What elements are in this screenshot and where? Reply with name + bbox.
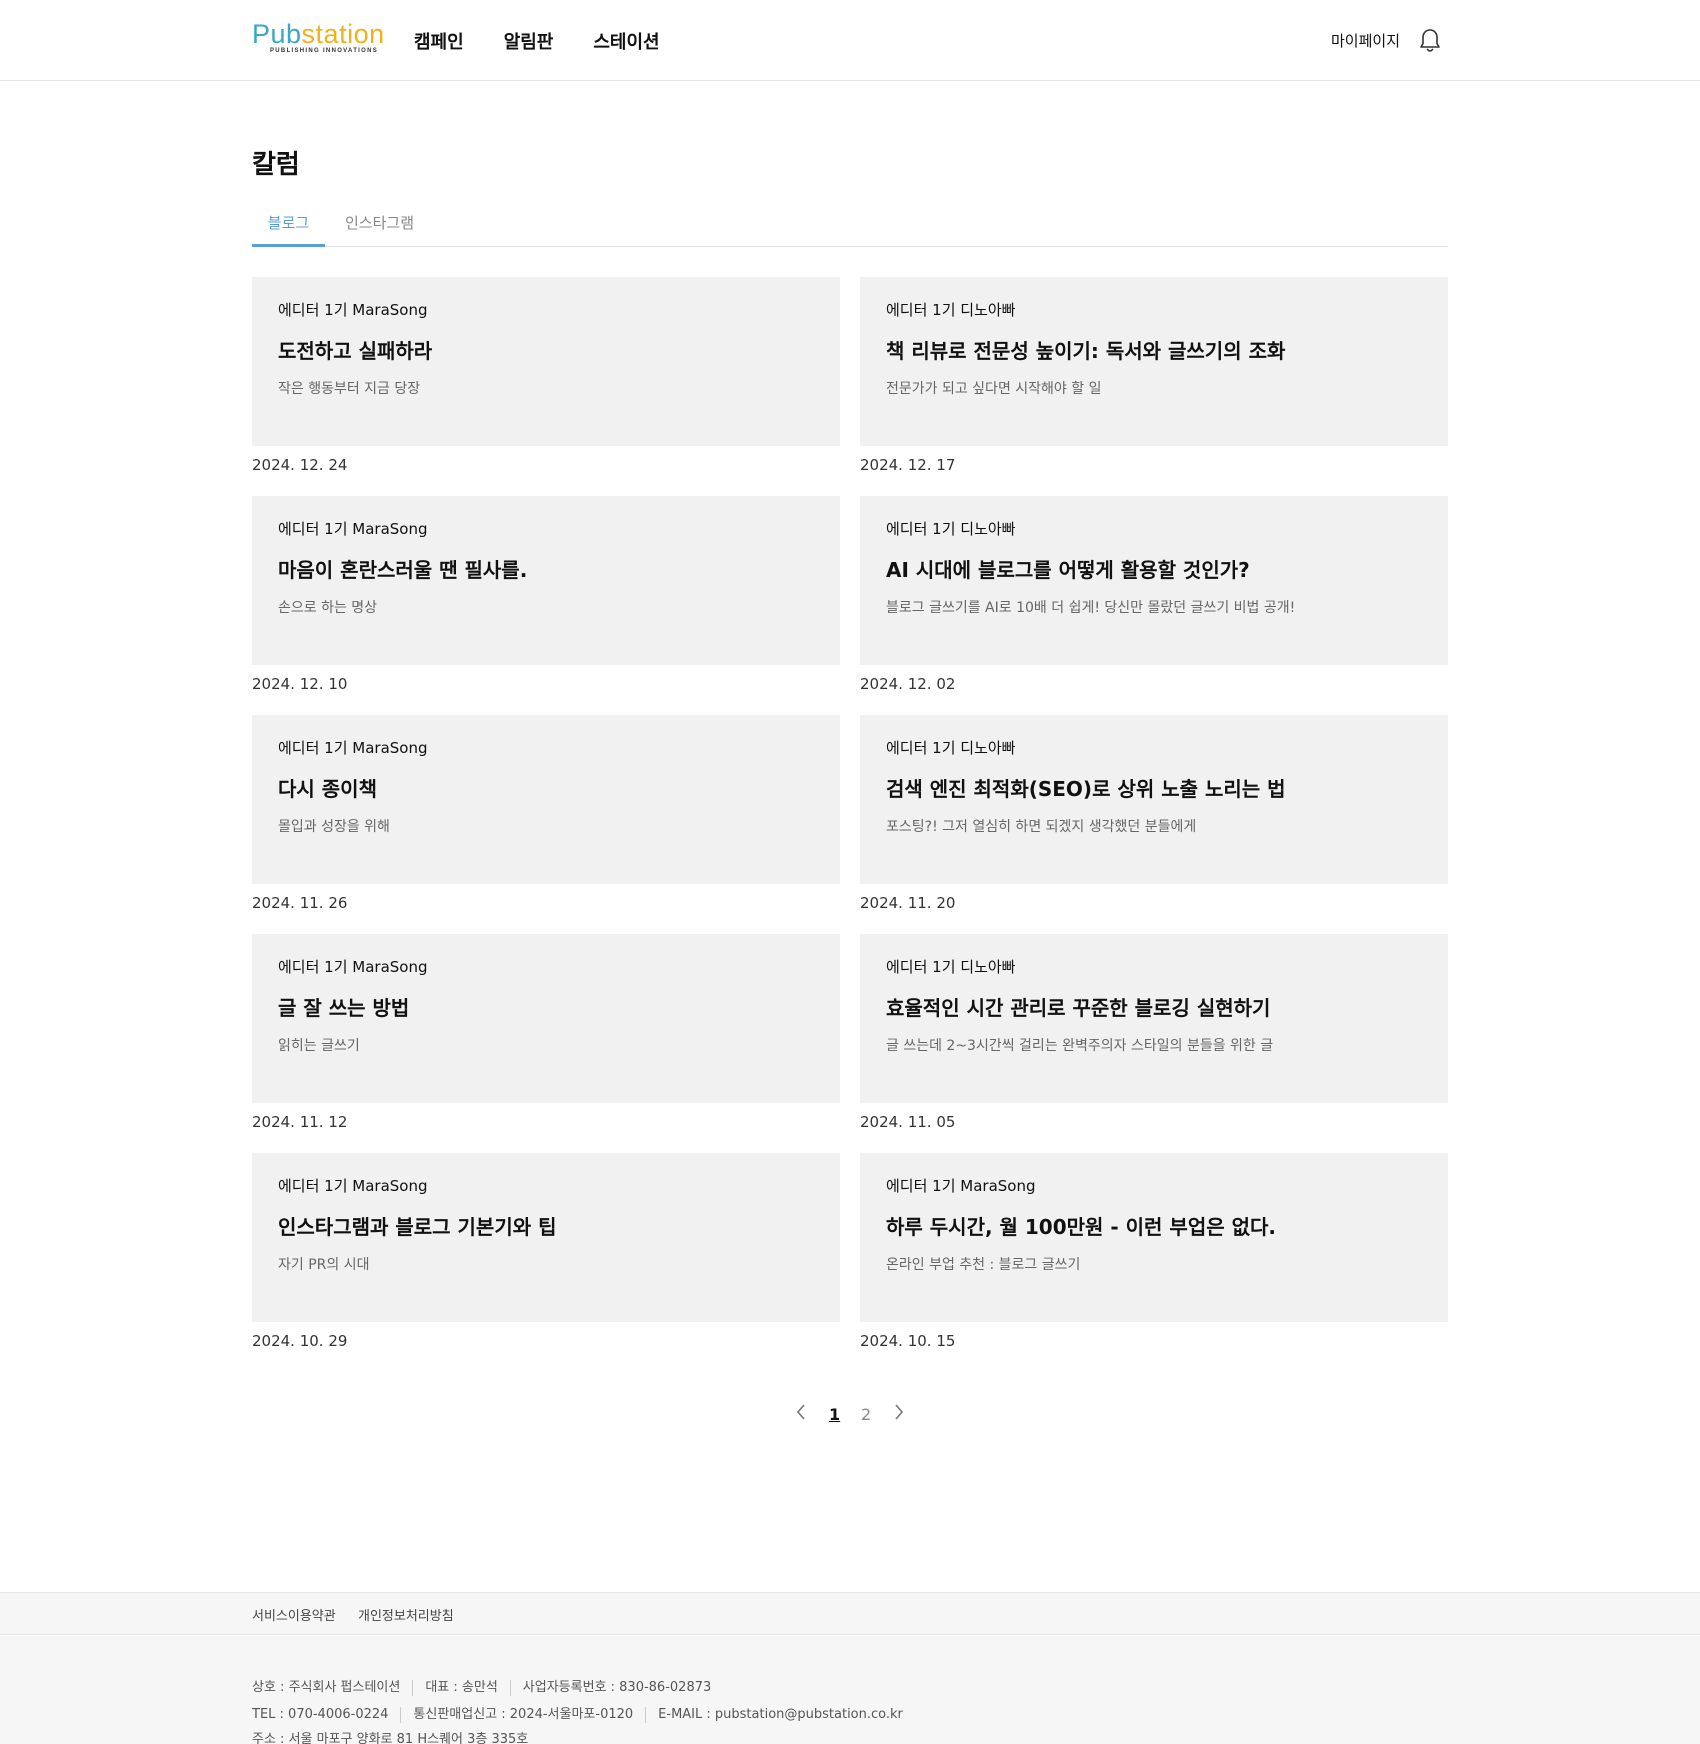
column-card: 에디터 1기 디노아빠 AI 시대에 블로그를 어떻게 활용할 것인가? 블로그… <box>860 496 1448 716</box>
tab-blog[interactable]: 블로그 <box>252 212 325 247</box>
footer-info-row: TEL : 070-4006-0224 통신판매업신고 : 2024-서울마포-… <box>252 1707 915 1723</box>
logo-wordmark: Pubstation <box>252 19 385 49</box>
column-card: 에디터 1기 디노아빠 검색 엔진 최적화(SEO)로 상위 노출 노리는 법 … <box>860 715 1448 935</box>
card-subtitle: 작은 행동부터 지금 당장 <box>278 381 421 397</box>
card-title: 다시 종이책 <box>278 777 377 801</box>
footer-company-info: 상호 : 주식회사 펍스테이션 대표 : 송만석 사업자등록번호 : 830-8… <box>0 1636 1700 1744</box>
nav-notice-board[interactable]: 알림판 <box>504 28 554 54</box>
company-tel: TEL : 070-4006-0224 <box>252 1707 389 1722</box>
column-card: 에디터 1기 MaraSong 도전하고 실패하라 작은 행동부터 지금 당장 … <box>252 277 840 497</box>
card-date: 2024. 11. 20 <box>860 894 956 912</box>
page-1-link[interactable]: 1 <box>829 1405 840 1424</box>
logo-tagline: PUBLISHING INNOVATIONS <box>270 48 379 54</box>
site-header: Pubstation PUBLISHING INNOVATIONS 캠페인 알림… <box>0 0 1700 81</box>
card-author: 에디터 1기 MaraSong <box>886 1177 1036 1195</box>
column-card: 에디터 1기 MaraSong 마음이 혼란스러울 땐 필사를. 손으로 하는 … <box>252 496 840 716</box>
privacy-policy-link[interactable]: 개인정보처리방침 <box>358 1605 454 1624</box>
company-ceo: 대표 : 송만석 <box>412 1680 509 1696</box>
main-nav: 캠페인 알림판 스테이션 <box>414 28 660 54</box>
column-card-body[interactable]: 에디터 1기 디노아빠 AI 시대에 블로그를 어떻게 활용할 것인가? 블로그… <box>860 496 1448 665</box>
card-date: 2024. 11. 12 <box>252 1113 348 1131</box>
column-card: 에디터 1기 MaraSong 글 잘 쓰는 방법 읽히는 글쓰기 2024. … <box>252 934 840 1154</box>
pubstation-logo[interactable]: Pubstation PUBLISHING INNOVATIONS <box>252 20 385 56</box>
card-title: 마음이 혼란스러울 땐 필사를. <box>278 558 528 582</box>
column-tabs: 블로그 인스타그램 <box>252 210 1448 247</box>
terms-of-service-link[interactable]: 서비스이용약관 <box>252 1605 336 1624</box>
column-card-body[interactable]: 에디터 1기 MaraSong 인스타그램과 블로그 기본기와 팁 자기 PR의… <box>252 1153 840 1322</box>
card-title: 도전하고 실패하라 <box>278 339 433 363</box>
company-address: 주소 : 서울 마포구 양화로 81 H스퀘어 3층 335호 <box>252 1732 529 1744</box>
column-card-body[interactable]: 에디터 1기 MaraSong 마음이 혼란스러울 땐 필사를. 손으로 하는 … <box>252 496 840 665</box>
card-author: 에디터 1기 디노아빠 <box>886 958 1016 976</box>
column-card-body[interactable]: 에디터 1기 디노아빠 책 리뷰로 전문성 높이기: 독서와 글쓰기의 조화 전… <box>860 277 1448 446</box>
card-subtitle: 손으로 하는 명상 <box>278 600 378 616</box>
bell-icon[interactable] <box>1419 28 1441 54</box>
card-title: AI 시대에 블로그를 어떻게 활용할 것인가? <box>886 558 1250 582</box>
column-card-body[interactable]: 에디터 1기 MaraSong 글 잘 쓰는 방법 읽히는 글쓰기 <box>252 934 840 1103</box>
card-author: 에디터 1기 디노아빠 <box>886 520 1016 538</box>
card-author: 에디터 1기 MaraSong <box>278 739 428 757</box>
card-date: 2024. 11. 26 <box>252 894 348 912</box>
column-card-body[interactable]: 에디터 1기 MaraSong 다시 종이책 몰입과 성장을 위해 <box>252 715 840 884</box>
card-author: 에디터 1기 디노아빠 <box>886 739 1016 757</box>
column-card: 에디터 1기 MaraSong 하루 두시간, 월 100만원 - 이런 부업은… <box>860 1153 1448 1373</box>
chevron-right-icon[interactable] <box>893 1403 905 1426</box>
footer-info-row: 주소 : 서울 마포구 양화로 81 H스퀘어 3층 335호 <box>252 1732 540 1744</box>
tab-instagram[interactable]: 인스타그램 <box>345 212 414 247</box>
card-subtitle: 블로그 글쓰기를 AI로 10배 더 쉽게! 당신만 몰랐던 글쓰기 비법 공개… <box>886 600 1296 616</box>
card-date: 2024. 11. 05 <box>860 1113 956 1131</box>
card-date: 2024. 12. 02 <box>860 675 956 693</box>
card-date: 2024. 12. 24 <box>252 456 348 474</box>
nav-station[interactable]: 스테이션 <box>593 28 659 54</box>
card-title: 검색 엔진 최적화(SEO)로 상위 노출 노리는 법 <box>886 777 1286 801</box>
pagination: 1 2 <box>790 1401 910 1427</box>
card-date: 2024. 12. 17 <box>860 456 956 474</box>
card-date: 2024. 10. 15 <box>860 1332 956 1350</box>
card-title: 인스타그램과 블로그 기본기와 팁 <box>278 1215 557 1239</box>
card-author: 에디터 1기 MaraSong <box>278 1177 428 1195</box>
company-email: E-MAIL : pubstation@pubstation.co.kr <box>645 1707 915 1723</box>
column-card: 에디터 1기 디노아빠 책 리뷰로 전문성 높이기: 독서와 글쓰기의 조화 전… <box>860 277 1448 497</box>
mypage-link[interactable]: 마이페이지 <box>1331 30 1400 51</box>
column-card: 에디터 1기 MaraSong 다시 종이책 몰입과 성장을 위해 2024. … <box>252 715 840 935</box>
page-2-link[interactable]: 2 <box>861 1405 871 1424</box>
card-title: 글 잘 쓰는 방법 <box>278 996 410 1020</box>
card-date: 2024. 10. 29 <box>252 1332 348 1350</box>
card-title: 효율적인 시간 관리로 꾸준한 블로깅 실현하기 <box>886 996 1271 1020</box>
column-card-body[interactable]: 에디터 1기 MaraSong 도전하고 실패하라 작은 행동부터 지금 당장 <box>252 277 840 446</box>
column-card-body[interactable]: 에디터 1기 MaraSong 하루 두시간, 월 100만원 - 이런 부업은… <box>860 1153 1448 1322</box>
card-subtitle: 온라인 부업 추천 : 블로그 글쓰기 <box>886 1257 1081 1273</box>
chevron-left-icon[interactable] <box>795 1403 807 1426</box>
card-subtitle: 글 쓰는데 2~3시간씩 걸리는 완벽주의자 스타일의 분들을 위한 글 <box>886 1038 1274 1054</box>
card-subtitle: 전문가가 되고 싶다면 시작해야 할 일 <box>886 381 1102 397</box>
card-date: 2024. 12. 10 <box>252 675 348 693</box>
business-reg-number: 사업자등록번호 : 830-86-02873 <box>509 1680 723 1696</box>
card-subtitle: 몰입과 성장을 위해 <box>278 819 390 835</box>
card-title: 하루 두시간, 월 100만원 - 이런 부업은 없다. <box>886 1215 1276 1239</box>
mail-order-reg: 통신판매업신고 : 2024-서울마포-0120 <box>400 1707 645 1723</box>
card-subtitle: 읽히는 글쓰기 <box>278 1038 360 1054</box>
company-name: 상호 : 주식회사 펍스테이션 <box>252 1680 401 1695</box>
card-subtitle: 포스팅?! 그저 열심히 하면 되겠지 생각했던 분들에게 <box>886 819 1197 835</box>
footer-info-row: 상호 : 주식회사 펍스테이션 대표 : 송만석 사업자등록번호 : 830-8… <box>252 1680 723 1696</box>
card-subtitle: 자기 PR의 시대 <box>278 1257 370 1273</box>
card-author: 에디터 1기 MaraSong <box>278 958 428 976</box>
card-author: 에디터 1기 MaraSong <box>278 301 428 319</box>
column-card: 에디터 1기 디노아빠 효율적인 시간 관리로 꾸준한 블로깅 실현하기 글 쓰… <box>860 934 1448 1154</box>
card-author: 에디터 1기 MaraSong <box>278 520 428 538</box>
nav-campaign[interactable]: 캠페인 <box>414 28 464 54</box>
card-title: 책 리뷰로 전문성 높이기: 독서와 글쓰기의 조화 <box>886 339 1286 363</box>
card-author: 에디터 1기 디노아빠 <box>886 301 1016 319</box>
column-card-body[interactable]: 에디터 1기 디노아빠 검색 엔진 최적화(SEO)로 상위 노출 노리는 법 … <box>860 715 1448 884</box>
column-card-body[interactable]: 에디터 1기 디노아빠 효율적인 시간 관리로 꾸준한 블로깅 실현하기 글 쓰… <box>860 934 1448 1103</box>
column-card: 에디터 1기 MaraSong 인스타그램과 블로그 기본기와 팁 자기 PR의… <box>252 1153 840 1373</box>
page-title: 칼럼 <box>252 150 300 180</box>
footer-links: 서비스이용약관 개인정보처리방침 <box>0 1592 1700 1635</box>
